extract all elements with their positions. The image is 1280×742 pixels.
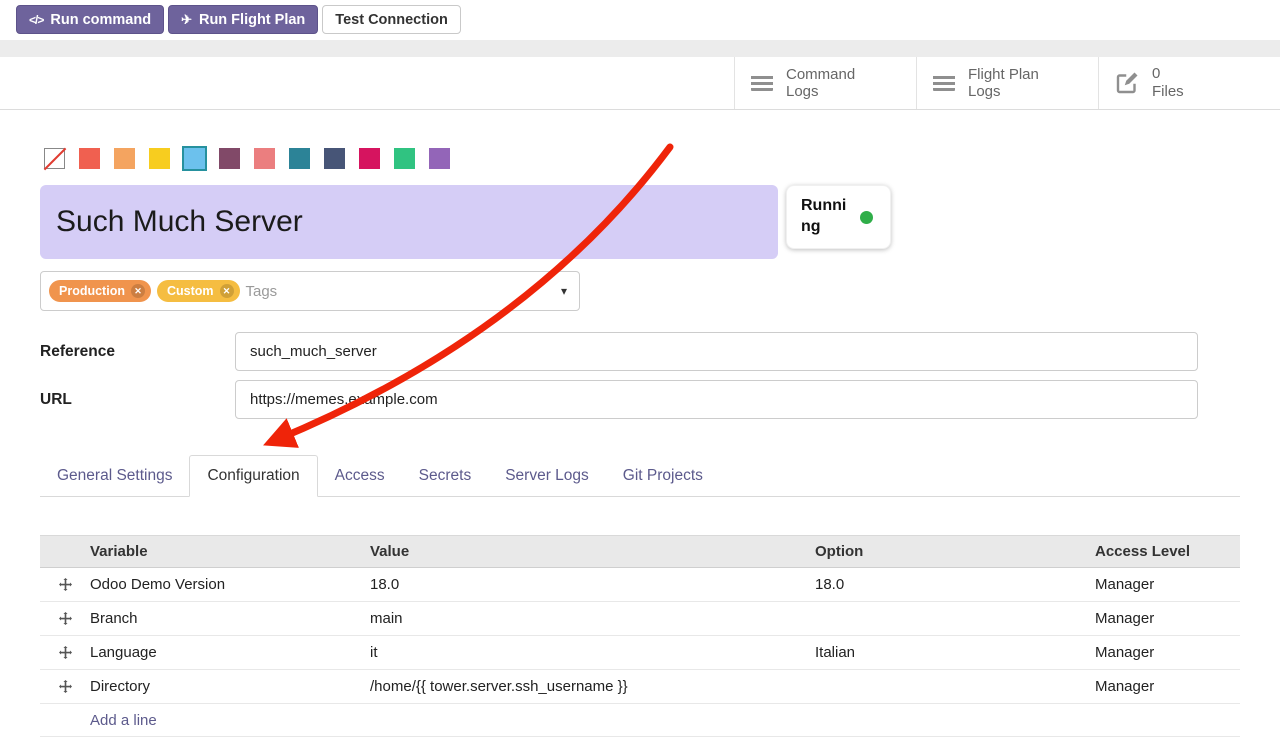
flight-plan-logs-button[interactable]: Flight Plan Logs — [916, 57, 1098, 109]
tag-custom[interactable]: Custom ✕ — [157, 280, 240, 302]
statusbar: Command Logs Flight Plan Logs 0 Files — [0, 57, 1280, 110]
color-swatch[interactable] — [114, 148, 135, 169]
color-swatch[interactable] — [289, 148, 310, 169]
tag-production[interactable]: Production ✕ — [49, 280, 151, 302]
column-header-value: Value — [370, 543, 815, 560]
reference-input[interactable] — [235, 332, 1198, 371]
table-row[interactable]: Odoo Demo Version 18.0 18.0 Manager — [40, 568, 1240, 602]
cell-value[interactable]: it — [370, 644, 815, 661]
run-flight-plan-button[interactable]: ✈ Run Flight Plan — [168, 5, 318, 34]
cell-variable[interactable]: Language — [90, 644, 370, 661]
notebook-tabs: General Settings Configuration Access Se… — [40, 455, 1240, 497]
edit-icon — [1115, 71, 1139, 95]
color-palette — [40, 148, 1240, 169]
color-swatch[interactable] — [394, 148, 415, 169]
color-swatch[interactable] — [219, 148, 240, 169]
status-dot-icon — [860, 211, 873, 224]
chevron-down-icon[interactable]: ▾ — [561, 284, 567, 298]
tab-access[interactable]: Access — [318, 456, 402, 496]
cell-variable[interactable]: Odoo Demo Version — [90, 576, 370, 593]
reference-label: Reference — [40, 343, 235, 361]
tag-label: Production — [59, 284, 125, 298]
tags-placeholder: Tags — [246, 283, 278, 300]
cell-access-level[interactable]: Manager — [1095, 576, 1240, 593]
add-a-line-link[interactable]: Add a line — [90, 712, 157, 729]
tab-secrets[interactable]: Secrets — [402, 456, 489, 496]
cell-access-level[interactable]: Manager — [1095, 678, 1240, 695]
drag-handle-icon[interactable] — [59, 578, 72, 591]
files-label: Files — [1152, 83, 1184, 101]
configuration-table: Variable Value Option Access Level Odoo … — [40, 535, 1240, 737]
url-field-row: URL — [40, 380, 1240, 419]
drag-handle-icon[interactable] — [59, 612, 72, 625]
column-header-variable: Variable — [90, 543, 370, 560]
tag-label: Custom — [167, 284, 214, 298]
cell-access-level[interactable]: Manager — [1095, 610, 1240, 627]
test-connection-label: Test Connection — [335, 12, 448, 28]
url-input[interactable] — [235, 380, 1198, 419]
color-swatch[interactable] — [429, 148, 450, 169]
table-row[interactable]: Directory /home/{{ tower.server.ssh_user… — [40, 670, 1240, 704]
page: </> Run command ✈ Run Flight Plan Test C… — [0, 0, 1280, 737]
toolbar: </> Run command ✈ Run Flight Plan Test C… — [0, 0, 1280, 34]
run-command-label: Run command — [50, 12, 151, 28]
files-count-stack: 0 Files — [1152, 65, 1184, 101]
run-command-button[interactable]: </> Run command — [16, 5, 164, 34]
remove-tag-icon[interactable]: ✕ — [220, 284, 234, 298]
cell-option[interactable]: Italian — [815, 644, 1095, 661]
command-logs-label: Command Logs — [786, 66, 881, 101]
add-line-row: Add a line — [40, 704, 1240, 737]
table-row[interactable]: Language it Italian Manager — [40, 636, 1240, 670]
status-indicator[interactable]: Running — [786, 185, 891, 249]
cell-variable[interactable]: Branch — [90, 610, 370, 627]
tab-server-logs[interactable]: Server Logs — [488, 456, 606, 496]
cell-access-level[interactable]: Manager — [1095, 644, 1240, 661]
list-icon — [933, 75, 955, 91]
title-row: Such Much Server Running — [40, 185, 1240, 259]
tab-git-projects[interactable]: Git Projects — [606, 456, 720, 496]
drag-handle-icon[interactable] — [59, 646, 72, 659]
drag-handle-icon[interactable] — [59, 680, 72, 693]
color-swatch[interactable] — [149, 148, 170, 169]
test-connection-button[interactable]: Test Connection — [322, 5, 461, 34]
run-flight-plan-label: Run Flight Plan — [199, 12, 305, 28]
cell-variable[interactable]: Directory — [90, 678, 370, 695]
color-swatch[interactable] — [254, 148, 275, 169]
cell-option[interactable]: 18.0 — [815, 576, 1095, 593]
paper-plane-icon: ✈ — [181, 12, 192, 28]
color-swatch[interactable] — [359, 148, 380, 169]
cell-value[interactable]: 18.0 — [370, 576, 815, 593]
flight-plan-logs-label: Flight Plan Logs — [968, 66, 1063, 101]
separator-band — [0, 40, 1280, 57]
files-count: 0 — [1152, 65, 1184, 83]
color-swatch[interactable] — [184, 148, 205, 169]
url-label: URL — [40, 391, 235, 409]
status-label: Running — [801, 196, 853, 238]
code-icon: </> — [29, 13, 43, 27]
tags-input[interactable]: Production ✕ Custom ✕ Tags ▾ — [40, 271, 580, 311]
tab-general-settings[interactable]: General Settings — [40, 456, 189, 496]
table-header-row: Variable Value Option Access Level — [40, 535, 1240, 568]
table-row[interactable]: Branch main Manager — [40, 602, 1240, 636]
color-swatch[interactable] — [324, 148, 345, 169]
remove-tag-icon[interactable]: ✕ — [131, 284, 145, 298]
files-button[interactable]: 0 Files — [1098, 57, 1280, 109]
column-header-access-level: Access Level — [1095, 543, 1240, 560]
command-logs-button[interactable]: Command Logs — [734, 57, 916, 109]
color-swatch[interactable] — [79, 148, 100, 169]
server-name-input[interactable]: Such Much Server — [40, 185, 778, 259]
color-swatch-none[interactable] — [44, 148, 65, 169]
list-icon — [751, 75, 773, 91]
form-content: Such Much Server Running Production ✕ Cu… — [0, 148, 1280, 737]
cell-value[interactable]: /home/{{ tower.server.ssh_username }} — [370, 678, 815, 695]
tab-configuration[interactable]: Configuration — [189, 455, 317, 497]
reference-field-row: Reference — [40, 332, 1240, 371]
cell-value[interactable]: main — [370, 610, 815, 627]
column-header-option: Option — [815, 543, 1095, 560]
